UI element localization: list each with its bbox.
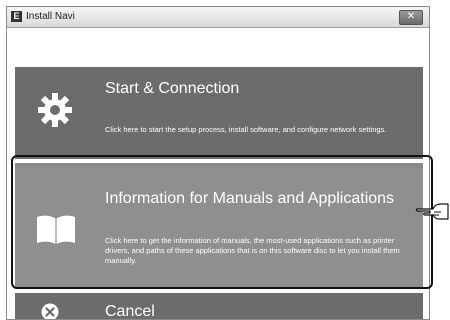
window-title: Install Navi	[26, 11, 75, 22]
start-connection-description: Click here to start the setup process, i…	[105, 125, 387, 134]
start-connection-tile[interactable]: Start & Connection Click here to start t…	[15, 67, 423, 159]
start-connection-title: Start & Connection	[105, 80, 240, 97]
title-bar: E Install Navi ✕	[7, 7, 429, 28]
close-circle-icon	[41, 303, 59, 319]
close-button[interactable]: ✕	[399, 10, 423, 25]
cancel-title: Cancel	[105, 303, 155, 320]
cancel-tile[interactable]: Cancel	[15, 293, 423, 320]
selection-highlight-frame	[11, 155, 433, 289]
pointing-hand-icon	[415, 203, 449, 220]
gear-icon	[38, 93, 72, 127]
app-icon: E	[11, 11, 22, 22]
